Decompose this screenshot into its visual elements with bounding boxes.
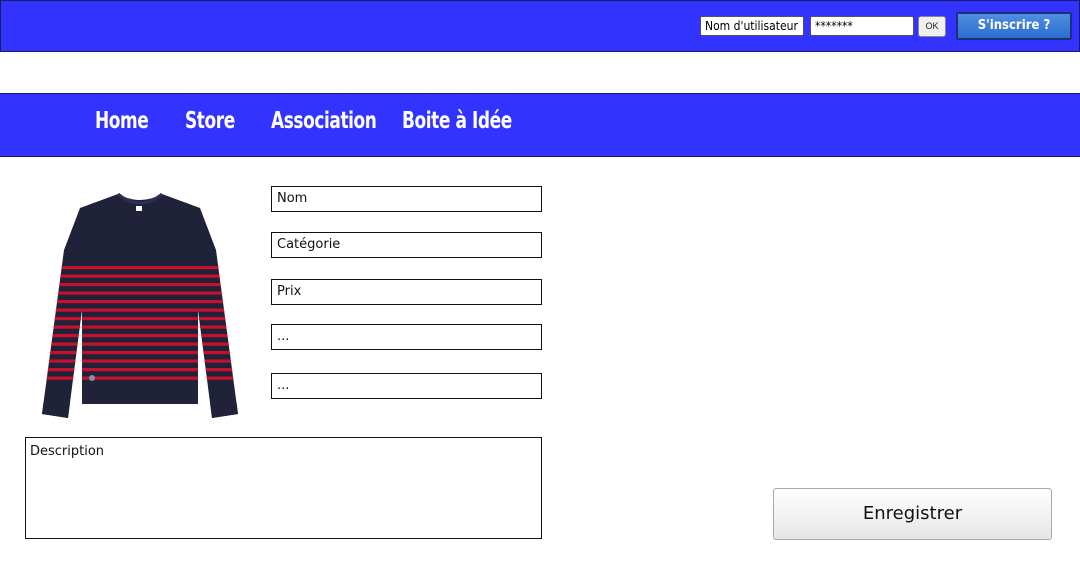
nav-item-store[interactable]: Store: [185, 108, 235, 134]
extra-field-1[interactable]: ...: [271, 324, 542, 350]
nav-item-association[interactable]: Association: [271, 108, 377, 134]
main-nav: Home Store Association Boite à Idée: [0, 93, 1080, 157]
sweater-stripe: [42, 334, 238, 338]
description-textarea[interactable]: Description: [25, 437, 542, 539]
sweater-stripe: [42, 351, 238, 355]
nav-item-home[interactable]: Home: [95, 108, 149, 134]
extra-field-2[interactable]: ...: [271, 373, 542, 399]
sweater-stripe: [42, 325, 238, 329]
price-field[interactable]: Prix: [271, 279, 542, 305]
sweater-stripe: [42, 317, 238, 321]
sweater-stripe: [42, 300, 238, 304]
sweater-stripe: [42, 274, 238, 278]
category-field[interactable]: Catégorie: [271, 232, 542, 258]
sweater-image: [42, 192, 238, 418]
sweater-stripe: [42, 359, 238, 363]
login-bar: Nom d'utilisateur ******* OK S'inscrire …: [0, 0, 1080, 52]
sweater-stripe: [42, 266, 238, 270]
signup-button[interactable]: S'inscrire ?: [956, 12, 1072, 40]
sweater-stripe: [42, 368, 238, 372]
ok-button[interactable]: OK: [918, 16, 946, 37]
sweater-stripe: [42, 291, 238, 295]
sweater-stripe: [42, 283, 238, 287]
save-button[interactable]: Enregistrer: [773, 488, 1052, 540]
nav-item-boite-a-idee[interactable]: Boite à Idée: [402, 108, 512, 134]
sweater-stripe: [42, 342, 238, 346]
name-field[interactable]: Nom: [271, 186, 542, 212]
sweater-stripe: [42, 376, 238, 380]
username-input[interactable]: Nom d'utilisateur: [700, 16, 804, 36]
password-input[interactable]: *******: [810, 16, 914, 36]
sweater-stripe: [42, 308, 238, 312]
